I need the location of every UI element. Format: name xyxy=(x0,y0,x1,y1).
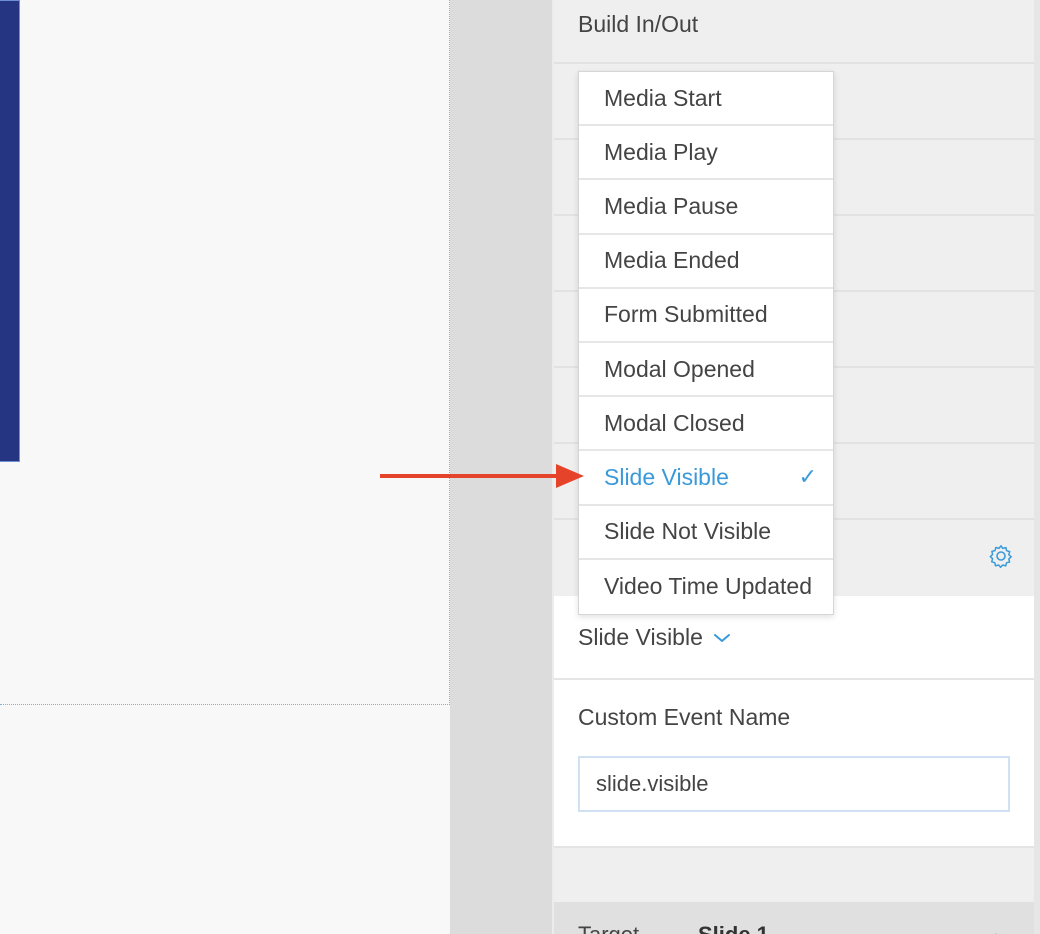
build-in-out-label: Build In/Out xyxy=(578,11,699,37)
menu-item-label: Modal Opened xyxy=(604,355,755,382)
menu-item-label: Media Pause xyxy=(604,192,739,219)
trigger-selected-value: Slide Visible xyxy=(578,624,703,650)
menu-item-media-pause[interactable]: Media Pause xyxy=(579,180,833,235)
slide-canvas[interactable] xyxy=(0,0,450,705)
divider xyxy=(554,678,1034,680)
annotation-arrow-icon xyxy=(380,464,584,488)
custom-event-name-input[interactable] xyxy=(578,756,1010,812)
chevron-down-icon[interactable] xyxy=(713,632,731,644)
build-in-out-row[interactable]: Build In/Out xyxy=(554,0,1034,64)
menu-item-media-play[interactable]: Media Play xyxy=(579,126,833,181)
menu-item-media-ended[interactable]: Media Ended xyxy=(579,235,833,289)
menu-item-slide-visible[interactable]: Slide Visible ✓ xyxy=(579,451,833,506)
panel-spacer xyxy=(554,846,1034,902)
trigger-select[interactable]: Slide Visible xyxy=(578,624,731,651)
check-icon: ✓ xyxy=(798,464,817,490)
canvas-background xyxy=(0,705,450,934)
menu-item-slide-not-visible[interactable]: Slide Not Visible xyxy=(579,506,833,560)
target-value: Slide 1 xyxy=(698,922,769,934)
target-label: Target xyxy=(578,922,639,934)
chevron-right-icon[interactable]: › xyxy=(994,924,1001,934)
slide-element[interactable] xyxy=(0,0,20,462)
menu-item-label: Media Play xyxy=(604,138,718,165)
trigger-dropdown-menu: Media Start Media Play Media Pause Media… xyxy=(578,71,834,615)
gear-icon[interactable] xyxy=(989,544,1013,568)
custom-event-name-label: Custom Event Name xyxy=(578,704,791,730)
menu-item-modal-closed[interactable]: Modal Closed xyxy=(579,397,833,452)
trigger-settings: Slide Visible Custom Event Name xyxy=(554,596,1034,846)
menu-item-label: Modal Closed xyxy=(604,409,745,436)
menu-item-label: Form Submitted xyxy=(604,301,768,328)
panel-edge xyxy=(1034,0,1040,934)
menu-item-label: Video Time Updated xyxy=(604,573,812,600)
menu-item-video-time-updated[interactable]: Video Time Updated xyxy=(579,560,833,614)
menu-item-label: Media Ended xyxy=(604,247,740,274)
menu-item-media-start[interactable]: Media Start xyxy=(579,72,833,127)
menu-item-form-submitted[interactable]: Form Submitted xyxy=(579,289,833,343)
menu-item-label: Slide Not Visible xyxy=(604,518,772,545)
menu-item-label: Slide Visible xyxy=(604,463,729,490)
target-row[interactable]: Target Slide 1 › xyxy=(554,902,1034,934)
menu-item-modal-opened[interactable]: Modal Opened xyxy=(579,343,833,398)
menu-item-label: Media Start xyxy=(604,84,722,111)
